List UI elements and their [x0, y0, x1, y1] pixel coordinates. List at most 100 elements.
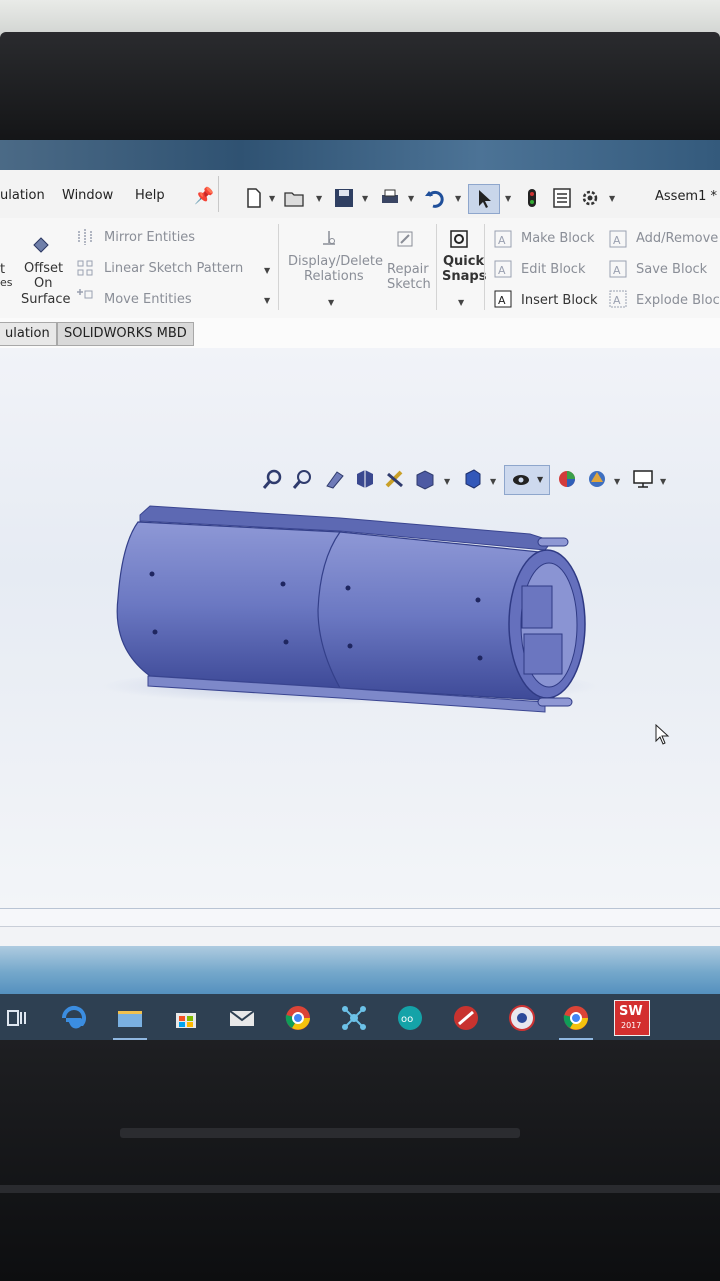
chrome-icon[interactable]: [284, 1004, 312, 1032]
menu-help[interactable]: Help: [135, 188, 165, 203]
zoom-to-area-icon[interactable]: [292, 468, 314, 490]
repair-sketch-icon: [397, 231, 413, 247]
bottom-pin: [537, 697, 573, 707]
bezel-edge: [120, 1128, 520, 1138]
quick-snaps-icon: [450, 230, 468, 248]
hole: [280, 581, 286, 587]
move-entities-label: Move Entities: [104, 292, 192, 307]
menu-bar: ulation Window Help 📌 ▼ ▼ ▼ ▼ ▼ ▼ ▼ Asse…: [0, 170, 720, 219]
traffic-light-icon[interactable]: [522, 188, 542, 208]
quick-snaps-label-1: Quick: [443, 254, 485, 269]
red-app-icon[interactable]: [452, 1004, 480, 1032]
monitor-screen: ulation Window Help 📌 ▼ ▼ ▼ ▼ ▼ ▼ ▼ Asse…: [0, 140, 720, 1042]
right-cylinder-segment: [317, 531, 541, 701]
menu-window[interactable]: Window: [62, 188, 113, 203]
save-block-label: Save Block: [636, 262, 708, 277]
make-block-icon: A: [494, 230, 512, 248]
ribbon-separator-2: [436, 224, 437, 310]
hide-show-dropdown-icon[interactable]: ▼: [537, 475, 543, 484]
svg-text:oo: oo: [401, 1014, 413, 1025]
scene-dropdown-icon[interactable]: ▼: [614, 477, 620, 486]
solidworks-badge-text: SW: [619, 1004, 643, 1019]
move-entities-icon: [77, 289, 93, 299]
explode-block-icon: A: [609, 290, 627, 308]
monitor-bezel-top: [0, 32, 720, 142]
solidworks-2017-taskbar-button[interactable]: SW 2017: [614, 1000, 650, 1036]
hide-show-items-button[interactable]: ▼: [504, 465, 550, 495]
pin-icon[interactable]: 📌: [194, 186, 214, 205]
view-orientation-icon[interactable]: [414, 468, 436, 490]
new-dropdown-icon[interactable]: ▼: [269, 194, 275, 203]
ribbon-separator-3: [484, 224, 485, 310]
save-dropdown-icon[interactable]: ▼: [362, 194, 368, 203]
relations-dropdown-icon[interactable]: ▼: [328, 298, 334, 307]
store-icon[interactable]: [172, 1004, 200, 1032]
pattern-dropdown-icon[interactable]: ▼: [264, 266, 270, 275]
quick-snaps-label-2: Snaps: [442, 269, 487, 284]
open-dropdown-icon[interactable]: ▼: [316, 194, 322, 203]
menu-simulation[interactable]: ulation: [0, 188, 45, 203]
view-orientation-dropdown-icon[interactable]: ▼: [444, 477, 450, 486]
desk-edge: [0, 1185, 720, 1193]
menu-divider: [218, 176, 219, 212]
linear-pattern-icon: [77, 260, 93, 276]
view-settings-monitor-icon[interactable]: [632, 468, 654, 490]
file-properties-icon[interactable]: [552, 188, 572, 208]
quick-snaps-dropdown-icon[interactable]: ▼: [458, 298, 464, 307]
print-icon[interactable]: [380, 188, 400, 208]
add-remove-icon: A: [609, 230, 627, 248]
display-delete-label-1: Display/Delete: [288, 254, 384, 269]
assembly-model[interactable]: [0, 348, 720, 908]
save-block-icon: A: [609, 260, 627, 278]
options-gear-icon[interactable]: [580, 188, 600, 208]
graphics-viewport[interactable]: ▼ ▼ ▼ ▼ ▼: [0, 348, 720, 908]
hole: [475, 597, 481, 603]
top-pin: [537, 537, 569, 547]
print-dropdown-icon[interactable]: ▼: [408, 194, 414, 203]
explode-block-label: Explode Block: [636, 293, 720, 308]
display-style-icon[interactable]: [462, 468, 484, 490]
make-block-label: Make Block: [521, 231, 595, 246]
badge-app-icon[interactable]: [508, 1004, 536, 1032]
mail-icon[interactable]: [228, 1004, 256, 1032]
options-dropdown-icon[interactable]: ▼: [609, 194, 615, 203]
feature-manager-divider: [0, 908, 720, 927]
zoom-to-fit-icon[interactable]: [262, 468, 284, 490]
arduino-icon[interactable]: oo: [396, 1004, 424, 1032]
tab-simulation[interactable]: ulation: [0, 322, 57, 346]
svg-text:A: A: [613, 264, 621, 277]
view-settings-dropdown-icon[interactable]: ▼: [660, 477, 666, 486]
select-dropdown-icon[interactable]: ▼: [505, 194, 511, 203]
status-bar: [0, 926, 720, 947]
hide-show-eye-icon: [513, 475, 529, 485]
insert-block-label: Insert Block: [521, 293, 598, 308]
inner-bracket-lower: [523, 633, 563, 675]
hole: [347, 643, 353, 649]
network-app-icon[interactable]: [340, 1004, 368, 1032]
open-folder-icon[interactable]: [284, 188, 304, 208]
undo-icon[interactable]: [424, 188, 444, 208]
section-view-icon[interactable]: [354, 468, 376, 490]
quick-access-toolbar: ▼ ▼ ▼ ▼ ▼ ▼ ▼ Assem1 *: [222, 178, 720, 216]
move-dropdown-icon[interactable]: ▼: [264, 296, 270, 305]
select-tool-button[interactable]: [468, 184, 500, 214]
hole: [345, 585, 351, 591]
ribbon-cut-label-1: t: [0, 262, 6, 277]
add-remove-label: Add/Remove: [636, 231, 719, 246]
display-style-dropdown-icon[interactable]: ▼: [490, 477, 496, 486]
edge-browser-icon[interactable]: [60, 1004, 88, 1032]
task-view-icon[interactable]: [4, 1004, 32, 1032]
previous-view-icon[interactable]: [324, 468, 346, 490]
mirror-icon: [78, 229, 92, 245]
tab-solidworks-mbd[interactable]: SOLIDWORKS MBD: [57, 322, 194, 346]
edit-appearance-icon[interactable]: [556, 468, 578, 490]
apply-scene-icon[interactable]: [586, 468, 608, 490]
chrome-2-icon[interactable]: [562, 1004, 590, 1032]
undo-dropdown-icon[interactable]: ▼: [455, 194, 461, 203]
dynamic-annotation-icon[interactable]: [384, 468, 406, 490]
solidworks-year-text: 2017: [621, 1021, 642, 1030]
save-icon[interactable]: [334, 188, 354, 208]
new-document-icon[interactable]: [244, 188, 264, 208]
file-explorer-icon[interactable]: [116, 1004, 144, 1032]
offset-label-1: Offset: [24, 261, 64, 276]
